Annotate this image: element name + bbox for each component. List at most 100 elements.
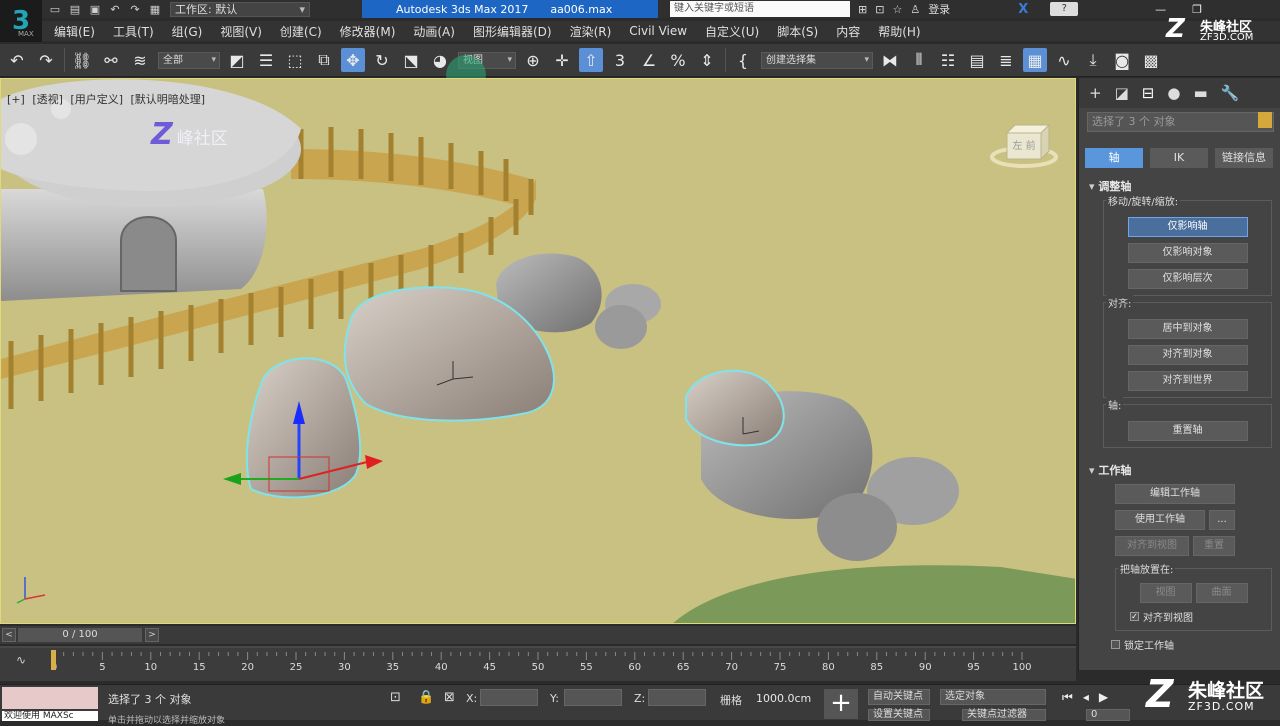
- menu-views[interactable]: 视图(V): [211, 23, 271, 40]
- reference-coordinate-dropdown[interactable]: 视图: [458, 51, 516, 69]
- tab-pivot[interactable]: 轴: [1085, 148, 1143, 168]
- next-frame-icon[interactable]: >: [145, 628, 159, 642]
- select-and-move-icon[interactable]: ✥: [341, 48, 365, 72]
- render-setup-icon[interactable]: ▩: [1139, 48, 1163, 72]
- curve-editor-mini-icon[interactable]: ∿: [16, 653, 26, 667]
- star-icon[interactable]: ☆: [892, 3, 902, 16]
- restore-icon[interactable]: ❐: [1192, 3, 1202, 16]
- search-input[interactable]: 键入关键字或短语: [670, 1, 850, 17]
- modify-tab-icon[interactable]: ◪: [1115, 84, 1129, 102]
- selection-name-field[interactable]: 选择了 3 个 对象: [1087, 112, 1274, 132]
- minimize-icon[interactable]: —: [1155, 3, 1166, 16]
- y-coord-field[interactable]: [564, 689, 622, 706]
- add-time-tag-icon[interactable]: +: [824, 689, 858, 719]
- set-key-button[interactable]: 设置关键点: [868, 709, 930, 721]
- scene-explorer-icon[interactable]: ▤: [965, 48, 989, 72]
- menu-rendering[interactable]: 渲染(R): [561, 23, 621, 40]
- selection-lock-icon[interactable]: 🔒: [418, 690, 434, 705]
- play-icon[interactable]: ▶: [1099, 690, 1108, 705]
- binoculars-icon[interactable]: ⊞: [858, 3, 867, 16]
- previous-key-icon[interactable]: ◂: [1083, 690, 1089, 705]
- user-icon[interactable]: ♙: [910, 3, 920, 16]
- select-and-rotate-icon[interactable]: ↻: [370, 48, 394, 72]
- create-tab-icon[interactable]: +: [1089, 84, 1102, 102]
- help-button[interactable]: ?: [1050, 2, 1079, 16]
- key-filters-button[interactable]: 关键点过滤器: [962, 709, 1046, 721]
- align-icon[interactable]: ⫴: [907, 48, 931, 72]
- layer-list-icon[interactable]: ☷: [936, 48, 960, 72]
- menu-animation[interactable]: 动画(A): [404, 23, 464, 40]
- menu-edit[interactable]: 编辑(E): [42, 23, 104, 40]
- current-time-marker[interactable]: [51, 650, 56, 670]
- go-to-start-icon[interactable]: ⏮: [1062, 690, 1073, 705]
- motion-tab-icon[interactable]: ●: [1167, 84, 1180, 102]
- viewport-plus-menu[interactable]: [+]: [7, 93, 25, 106]
- align-to-world-button[interactable]: 对齐到世界: [1127, 371, 1248, 391]
- layer-explorer-icon[interactable]: ≣: [994, 48, 1018, 72]
- z-coord-field[interactable]: [648, 689, 706, 706]
- isolate-selection-icon[interactable]: ⊡: [390, 690, 401, 705]
- rollout-working-pivot[interactable]: 工作轴: [1089, 462, 1280, 478]
- save-file-icon[interactable]: ▣: [88, 2, 102, 16]
- percent-snap-icon[interactable]: %: [666, 48, 690, 72]
- reset-pivot-button[interactable]: 重置轴: [1127, 421, 1248, 441]
- perspective-viewport[interactable]: [+] [透视] [用户定义] [默认明暗处理] Z 峰社区 左 前: [0, 78, 1076, 624]
- edit-working-pivot-button[interactable]: 编辑工作轴: [1115, 484, 1235, 504]
- open-file-icon[interactable]: ▤: [68, 2, 82, 16]
- keyboard-shortcut-override-icon[interactable]: ⇧: [579, 48, 603, 72]
- viewport-standard[interactable]: [用户定义]: [70, 93, 123, 106]
- align-to-view-checkbox[interactable]: ✓ 对齐到视图: [1130, 609, 1271, 624]
- selected-object-dropdown[interactable]: 选定对象: [940, 689, 1046, 705]
- workspace-dropdown[interactable]: 工作区: 默认: [170, 1, 310, 17]
- place-on-view-button[interactable]: 视图: [1139, 583, 1192, 603]
- tab-ik[interactable]: IK: [1150, 148, 1208, 168]
- affect-hierarchy-only-button[interactable]: 仅影响层次: [1127, 269, 1248, 289]
- place-on-surface-button[interactable]: 曲面: [1195, 583, 1248, 603]
- menu-graph-editors[interactable]: 图形编辑器(D): [464, 23, 561, 40]
- app-logo[interactable]: 3 MAX: [0, 0, 42, 42]
- schematic-view-icon[interactable]: ⤓: [1081, 48, 1105, 72]
- hierarchy-tab-icon[interactable]: ⊟: [1142, 84, 1155, 102]
- manipulate-icon[interactable]: ✛: [550, 48, 574, 72]
- menu-modifiers[interactable]: 修改器(M): [331, 23, 405, 40]
- select-and-scale-icon[interactable]: ⬔: [399, 48, 423, 72]
- reset-working-pivot-button[interactable]: 重置: [1193, 536, 1235, 556]
- object-color-swatch[interactable]: [1258, 112, 1272, 128]
- menu-help[interactable]: 帮助(H): [869, 23, 929, 40]
- selection-filter-dropdown[interactable]: 全部: [158, 51, 220, 69]
- menu-scripting[interactable]: 脚本(S): [768, 23, 827, 40]
- affect-object-only-button[interactable]: 仅影响对象: [1127, 243, 1248, 263]
- menu-customize[interactable]: 自定义(U): [696, 23, 768, 40]
- maxscript-listener[interactable]: [2, 687, 98, 709]
- snaps-toggle-icon[interactable]: 3: [608, 48, 632, 72]
- menu-civil-view[interactable]: Civil View: [620, 24, 696, 38]
- x-coord-field[interactable]: [480, 689, 538, 706]
- unlink-icon[interactable]: ⚯: [99, 48, 123, 72]
- project-folder-icon[interactable]: ▦: [148, 2, 162, 16]
- edit-named-selection-icon[interactable]: {: [731, 48, 755, 72]
- display-tab-icon[interactable]: ▬: [1193, 84, 1207, 102]
- previous-frame-icon[interactable]: <: [2, 628, 16, 642]
- redo-icon[interactable]: ↷: [128, 2, 142, 16]
- undo-icon[interactable]: ↶: [5, 48, 29, 72]
- angle-snap-icon[interactable]: ∠: [637, 48, 661, 72]
- rectangular-selection-icon[interactable]: ⬚: [283, 48, 307, 72]
- menu-group[interactable]: 组(G): [163, 23, 212, 40]
- ribbon-toggle-icon[interactable]: ▦: [1023, 48, 1047, 72]
- menu-tools[interactable]: 工具(T): [104, 23, 163, 40]
- redo-icon[interactable]: ↷: [34, 48, 58, 72]
- viewport-shading[interactable]: [默认明暗处理]: [131, 93, 206, 106]
- utilities-tab-icon[interactable]: 🔧: [1221, 84, 1240, 102]
- track-bar[interactable]: ∿051015202530354045505560657075808590951…: [0, 645, 1076, 681]
- curve-editor-icon[interactable]: ∿: [1052, 48, 1076, 72]
- viewport-label-menu[interactable]: [+] [透视] [用户定义] [默认明暗处理]: [7, 91, 209, 107]
- absolute-mode-icon[interactable]: ⊠: [444, 690, 455, 705]
- bind-space-warp-icon[interactable]: ≋: [128, 48, 152, 72]
- affect-pivot-only-button[interactable]: 仅影响轴: [1127, 217, 1248, 237]
- align-to-view-button[interactable]: 对齐到视图: [1115, 536, 1189, 556]
- link-icon[interactable]: ⛓: [70, 48, 94, 72]
- time-slider-thumb[interactable]: 0 / 100: [18, 628, 142, 642]
- auto-key-button[interactable]: 自动关键点: [868, 689, 930, 705]
- rollout-adjust-pivot[interactable]: 调整轴: [1089, 178, 1280, 194]
- select-and-place-icon[interactable]: ◕: [428, 48, 452, 72]
